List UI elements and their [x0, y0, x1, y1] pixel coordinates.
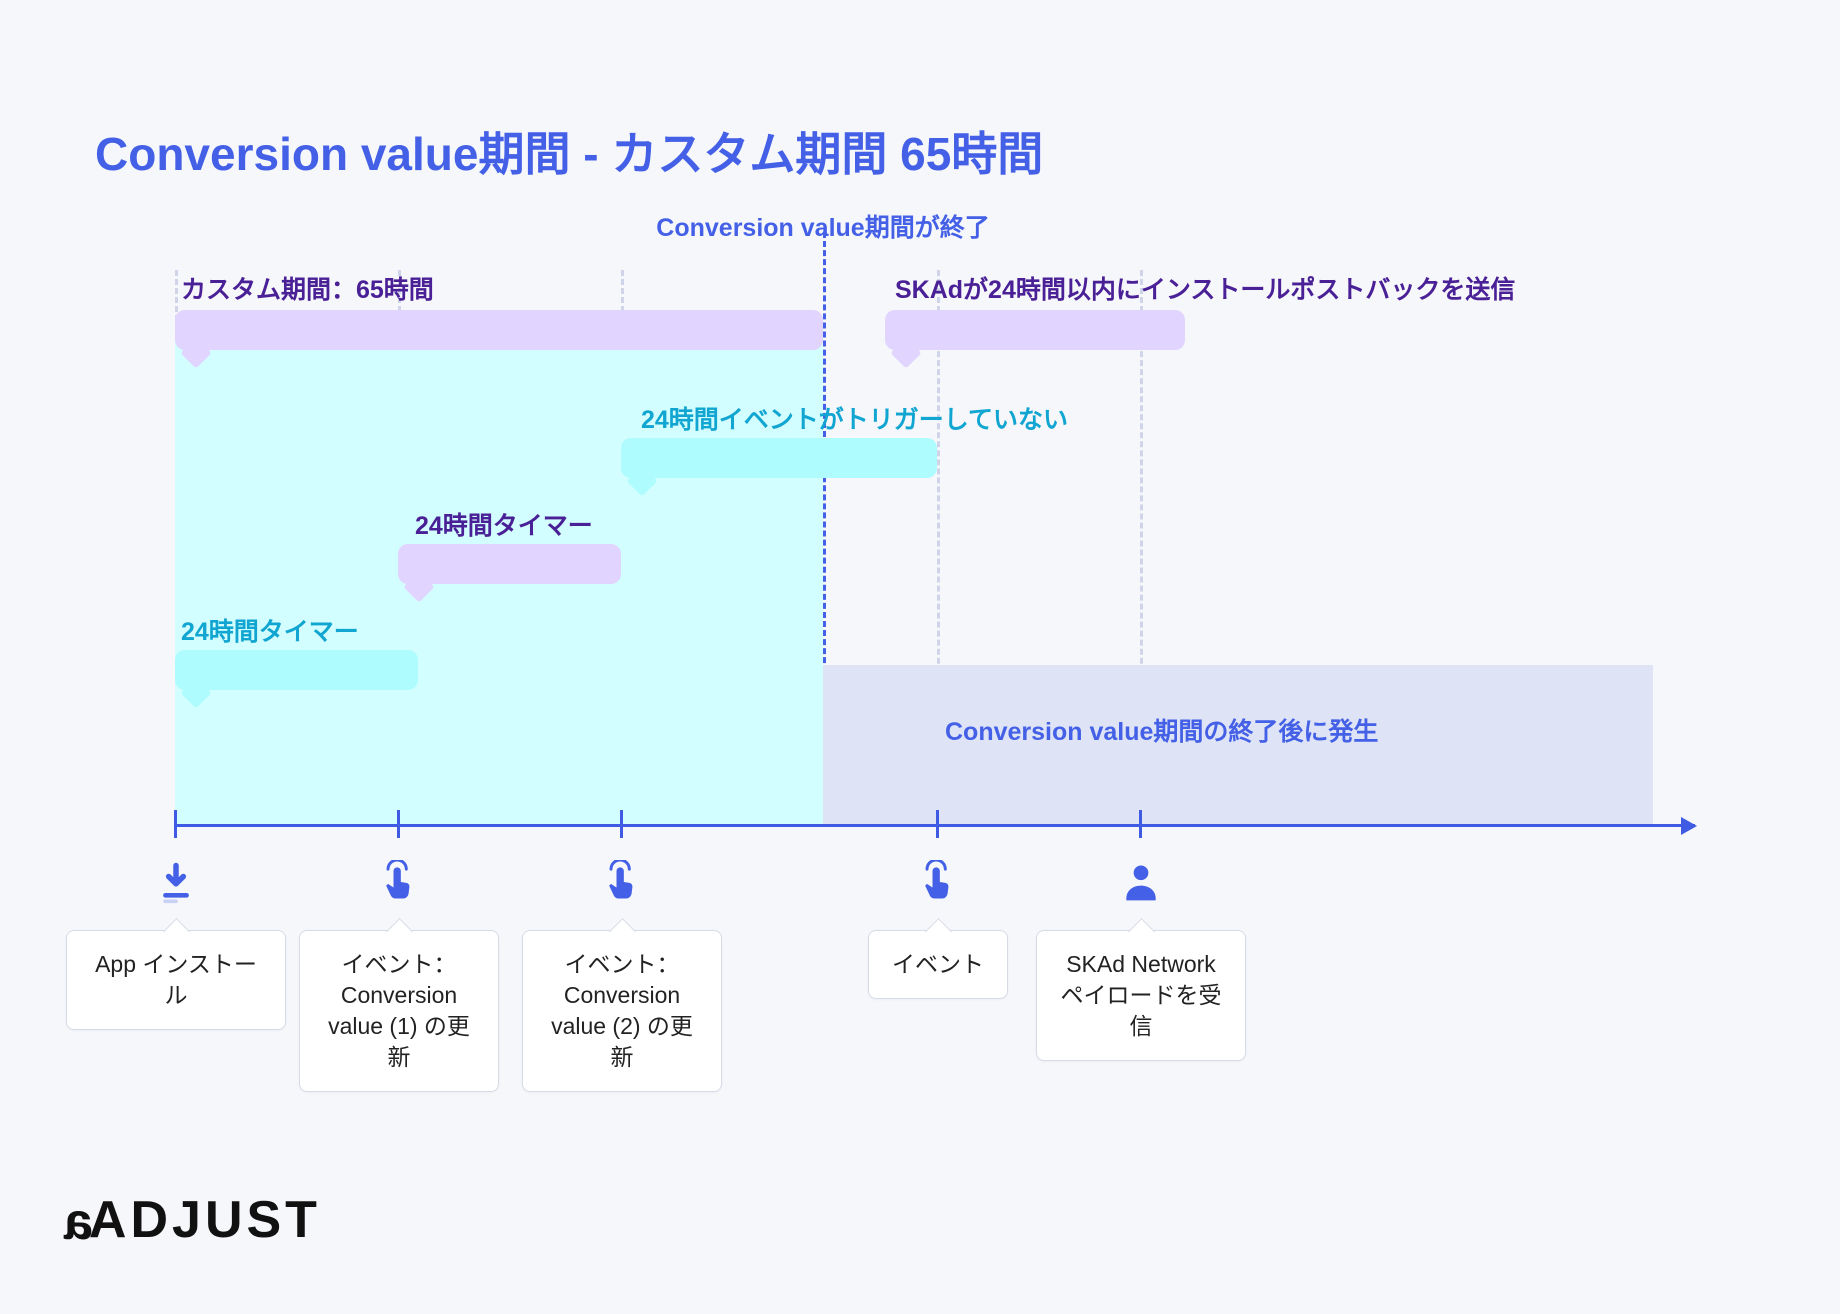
time-axis	[175, 824, 1695, 827]
span-no-trigger	[621, 438, 937, 478]
callout-skad: SKAd Network ペイロードを受 信	[1036, 930, 1246, 1061]
tick-cv2	[620, 810, 623, 838]
tap-icon	[377, 860, 421, 904]
span-skad-postback	[885, 310, 1185, 350]
timer-b-label: 24時間タイマー	[415, 506, 593, 542]
timer-a-label: 24時間タイマー	[181, 612, 359, 648]
tick-install	[174, 810, 177, 838]
tap-icon	[916, 860, 960, 904]
callout-cv1: イベント： Conversion value (1) の更新	[299, 930, 499, 1092]
callout-install: App インストール	[66, 930, 286, 1030]
tick-skad	[1139, 810, 1142, 838]
callout-event3: イベント	[868, 930, 1008, 999]
tick-cv1	[397, 810, 400, 838]
span-timer-a	[175, 650, 418, 690]
span-timer-b	[398, 544, 621, 584]
tap-icon	[600, 860, 644, 904]
download-icon	[154, 860, 198, 904]
span-custom-period	[175, 310, 823, 350]
skad-postback-label: SKAdが24時間以内にインストールポストバックを送信	[895, 270, 1515, 306]
callout-cv2: イベント： Conversion value (2) の更新	[522, 930, 722, 1092]
page-title: Conversion value期間 - カスタム期間 65時間	[95, 118, 1043, 184]
person-icon	[1119, 860, 1163, 904]
tick-event3	[936, 810, 939, 838]
no-trigger-label: 24時間イベントがトリガーしていない	[641, 400, 1068, 436]
after-end-label: Conversion value期間の終了後に発生	[945, 712, 1378, 748]
timeline-chart: Conversion value期間が終了 Conversion value期間…	[175, 270, 1695, 970]
custom-period-label: カスタム期間：65時間	[181, 270, 434, 306]
adjust-logo: aADJUST	[60, 1190, 321, 1250]
